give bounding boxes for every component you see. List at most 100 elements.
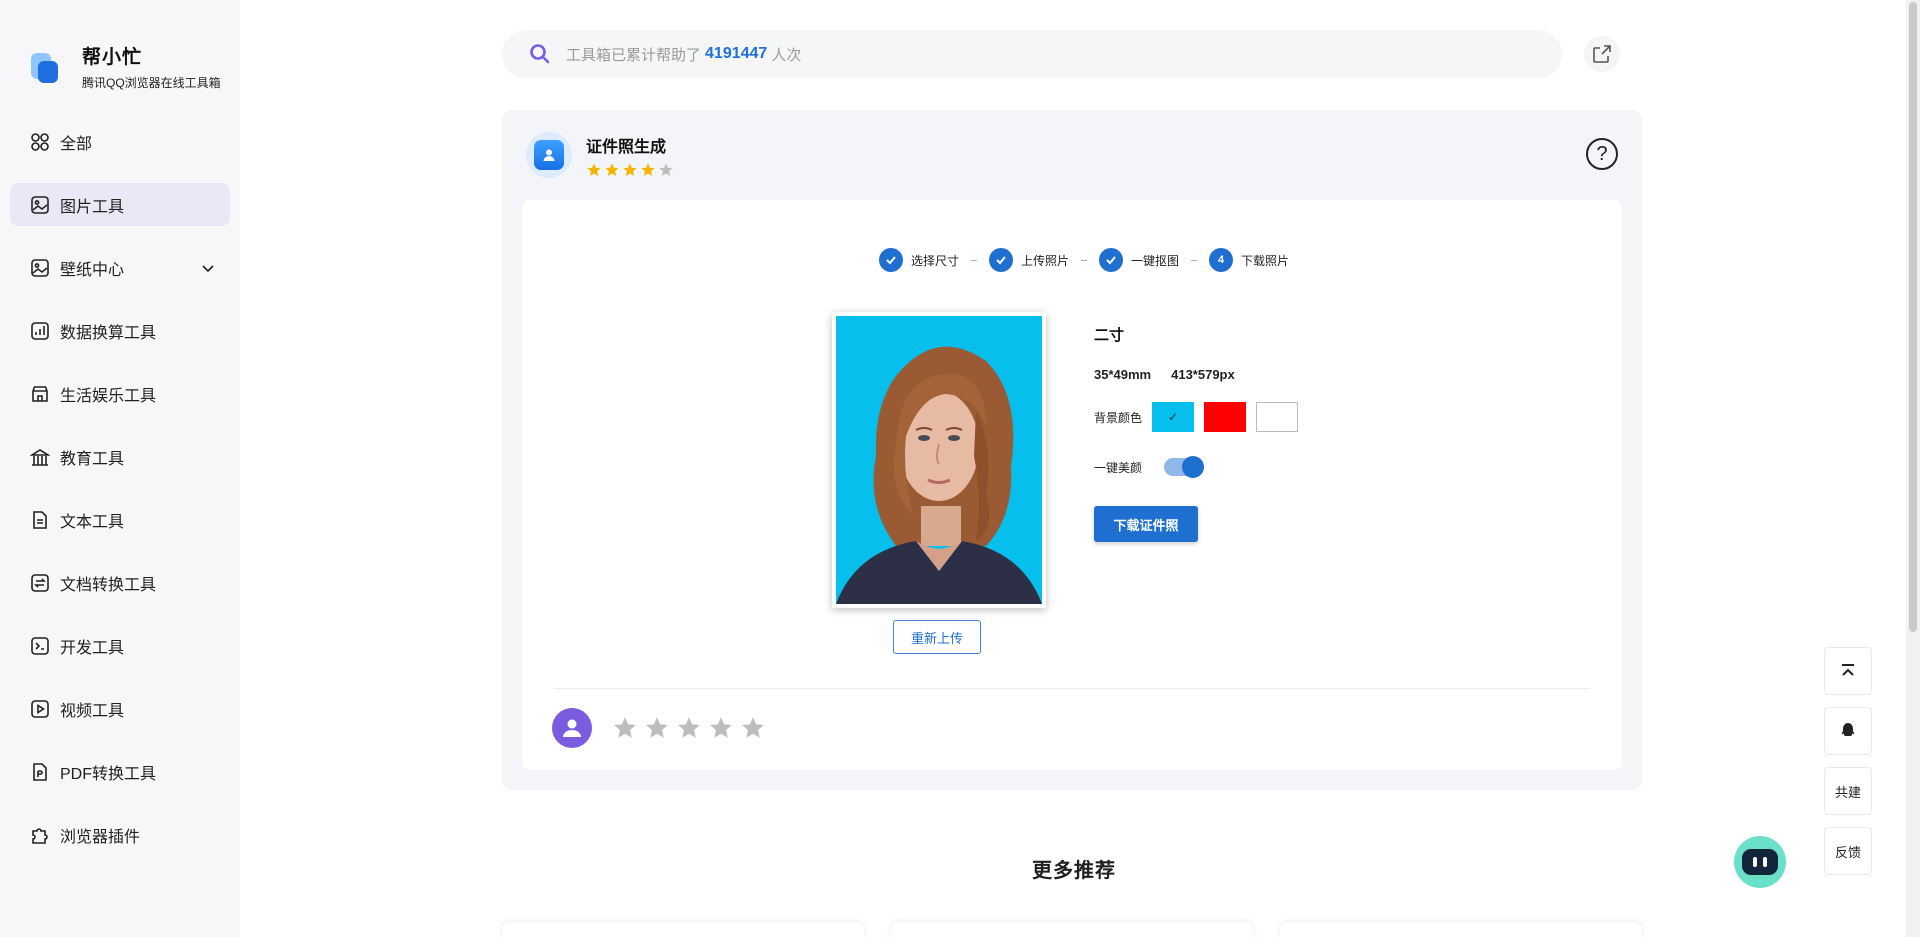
tool-title: 证件照生成	[586, 138, 667, 156]
video-icon	[31, 699, 49, 718]
step-cutout: 一键抠图	[1099, 248, 1179, 272]
chevron-down-icon[interactable]	[200, 260, 216, 276]
search-bar[interactable]: 工具箱已累计帮助了 4191447 人次	[502, 30, 1562, 78]
star-icon[interactable]	[708, 715, 734, 741]
beauty-toggle[interactable]	[1164, 456, 1205, 478]
pdf-icon	[33, 762, 47, 781]
id-photo-icon	[526, 132, 572, 178]
search-suffix: 人次	[771, 46, 802, 64]
reupload-button[interactable]: 重新上传	[893, 620, 981, 654]
sidebar-item-label: 视频工具	[60, 702, 125, 720]
star-icon	[623, 162, 637, 176]
image-icon	[31, 195, 49, 214]
sidebar-item-dev[interactable]: 开发工具	[10, 624, 230, 667]
sidebar-item-label: 图片工具	[60, 198, 125, 216]
size-name: 二寸	[1094, 327, 1125, 344]
recommendation-card[interactable]	[891, 922, 1253, 937]
brand[interactable]: 帮小忙 腾讯QQ浏览器在线工具箱	[28, 42, 221, 91]
sidebar-item-image-tools[interactable]: 图片工具	[10, 183, 230, 226]
step-label: 选择尺寸	[911, 253, 960, 268]
bg-swatch-white[interactable]	[1256, 402, 1299, 432]
sidebar-item-text[interactable]: 文本工具	[10, 498, 230, 541]
wallpaper-icon	[31, 258, 49, 277]
help-button[interactable]: ?	[1586, 138, 1618, 170]
sidebar-item-label: 开发工具	[60, 639, 125, 657]
sidebar: 帮小忙 腾讯QQ浏览器在线工具箱 全部 图片工具 壁纸中心 数据换算工具 生活娱…	[0, 0, 240, 937]
brand-logo-icon	[28, 49, 62, 85]
star-icon	[587, 162, 601, 176]
cobuild-button[interactable]: 共建	[1824, 767, 1872, 815]
assistant-robot-icon[interactable]	[1734, 836, 1786, 888]
qq-icon	[1841, 723, 1855, 736]
qq-button[interactable]	[1824, 707, 1872, 755]
background-color-row: 背景颜色 ✓	[1094, 402, 1308, 432]
sidebar-item-label: 浏览器插件	[60, 828, 141, 846]
recommendation-card[interactable]	[1280, 922, 1642, 937]
sidebar-item-doc-convert[interactable]: 文档转换工具	[10, 561, 230, 604]
sidebar-item-label: PDF转换工具	[60, 765, 157, 783]
divider	[554, 688, 1590, 689]
star-icon[interactable]	[740, 715, 766, 741]
bg-swatch-blue[interactable]: ✓	[1152, 402, 1195, 432]
chart-icon	[31, 321, 49, 340]
puzzle-icon	[32, 827, 48, 844]
beauty-row: 一键美颜	[1094, 456, 1308, 478]
check-icon: ✓	[1167, 410, 1179, 424]
user-rating	[552, 708, 766, 748]
check-icon	[879, 248, 903, 272]
step-label: 一键抠图	[1131, 253, 1180, 268]
share-button[interactable]	[1584, 36, 1620, 72]
education-icon	[30, 448, 50, 466]
sidebar-item-plugins[interactable]: 浏览器插件	[10, 813, 230, 856]
tool-content: 选择尺寸 上传照片 一键抠图 4 下载照片 重新上传 二寸 35*49mm 41…	[522, 200, 1622, 770]
star-icon	[641, 162, 655, 176]
step-label: 上传照片	[1021, 253, 1070, 268]
share-icon	[1593, 45, 1611, 63]
star-icon	[605, 162, 619, 176]
star-icon[interactable]	[644, 715, 670, 741]
sidebar-item-data-convert[interactable]: 数据换算工具	[10, 309, 230, 352]
star-icon	[659, 162, 673, 176]
portrait-image	[836, 316, 1042, 604]
feedback-button[interactable]: 反馈	[1824, 827, 1872, 875]
size-px: 413*579px	[1171, 367, 1235, 382]
search-prefix: 工具箱已累计帮助了	[566, 46, 702, 64]
arrow-up-icon	[1842, 664, 1854, 676]
sidebar-item-education[interactable]: 教育工具	[10, 435, 230, 478]
sidebar-item-pdf[interactable]: PDF转换工具	[10, 750, 230, 793]
sidebar-item-video[interactable]: 视频工具	[10, 687, 230, 730]
star-icon[interactable]	[676, 715, 702, 741]
document-icon	[33, 510, 47, 529]
step-download: 4 下载照片	[1209, 248, 1289, 272]
sidebar-item-life[interactable]: 生活娱乐工具	[10, 372, 230, 415]
download-button[interactable]: 下载证件照	[1094, 506, 1198, 542]
tool-rating	[586, 162, 674, 178]
sidebar-nav: 全部 图片工具 壁纸中心 数据换算工具 生活娱乐工具 教育工具 文本工具 文档转…	[10, 120, 230, 876]
scrollbar[interactable]	[1906, 0, 1920, 937]
search-icon	[530, 44, 550, 64]
grid-icon	[31, 132, 49, 151]
check-icon	[989, 248, 1014, 272]
id-photo-preview	[832, 312, 1046, 608]
sidebar-item-wallpaper[interactable]: 壁纸中心	[10, 246, 230, 289]
sidebar-item-label: 文档转换工具	[60, 576, 157, 594]
sidebar-item-label: 文本工具	[60, 513, 125, 531]
sidebar-item-all[interactable]: 全部	[10, 120, 230, 163]
tool-header: 证件照生成	[526, 132, 674, 178]
star-icon[interactable]	[612, 715, 638, 741]
sidebar-item-label: 数据换算工具	[60, 324, 157, 342]
step-indicator: 选择尺寸 上传照片 一键抠图 4 下载照片	[879, 248, 1289, 272]
check-icon	[1099, 248, 1124, 272]
tool-panel: 证件照生成 ? 选择尺寸 上传照片 一键抠图 4 下载照片 重新上传 二寸 35…	[502, 110, 1642, 790]
bg-swatch-red[interactable]	[1204, 402, 1247, 432]
step-upload: 上传照片	[989, 248, 1069, 272]
avatar	[552, 708, 592, 748]
rating-stars	[612, 715, 766, 741]
recommendation-card[interactable]	[502, 922, 864, 937]
search-count: 4191447	[705, 45, 768, 62]
question-icon: ?	[1596, 142, 1608, 165]
step-label: 下载照片	[1241, 253, 1290, 268]
back-to-top-button[interactable]	[1824, 647, 1872, 695]
sidebar-item-label: 生活娱乐工具	[60, 387, 157, 405]
beauty-label: 一键美颜	[1094, 460, 1143, 475]
